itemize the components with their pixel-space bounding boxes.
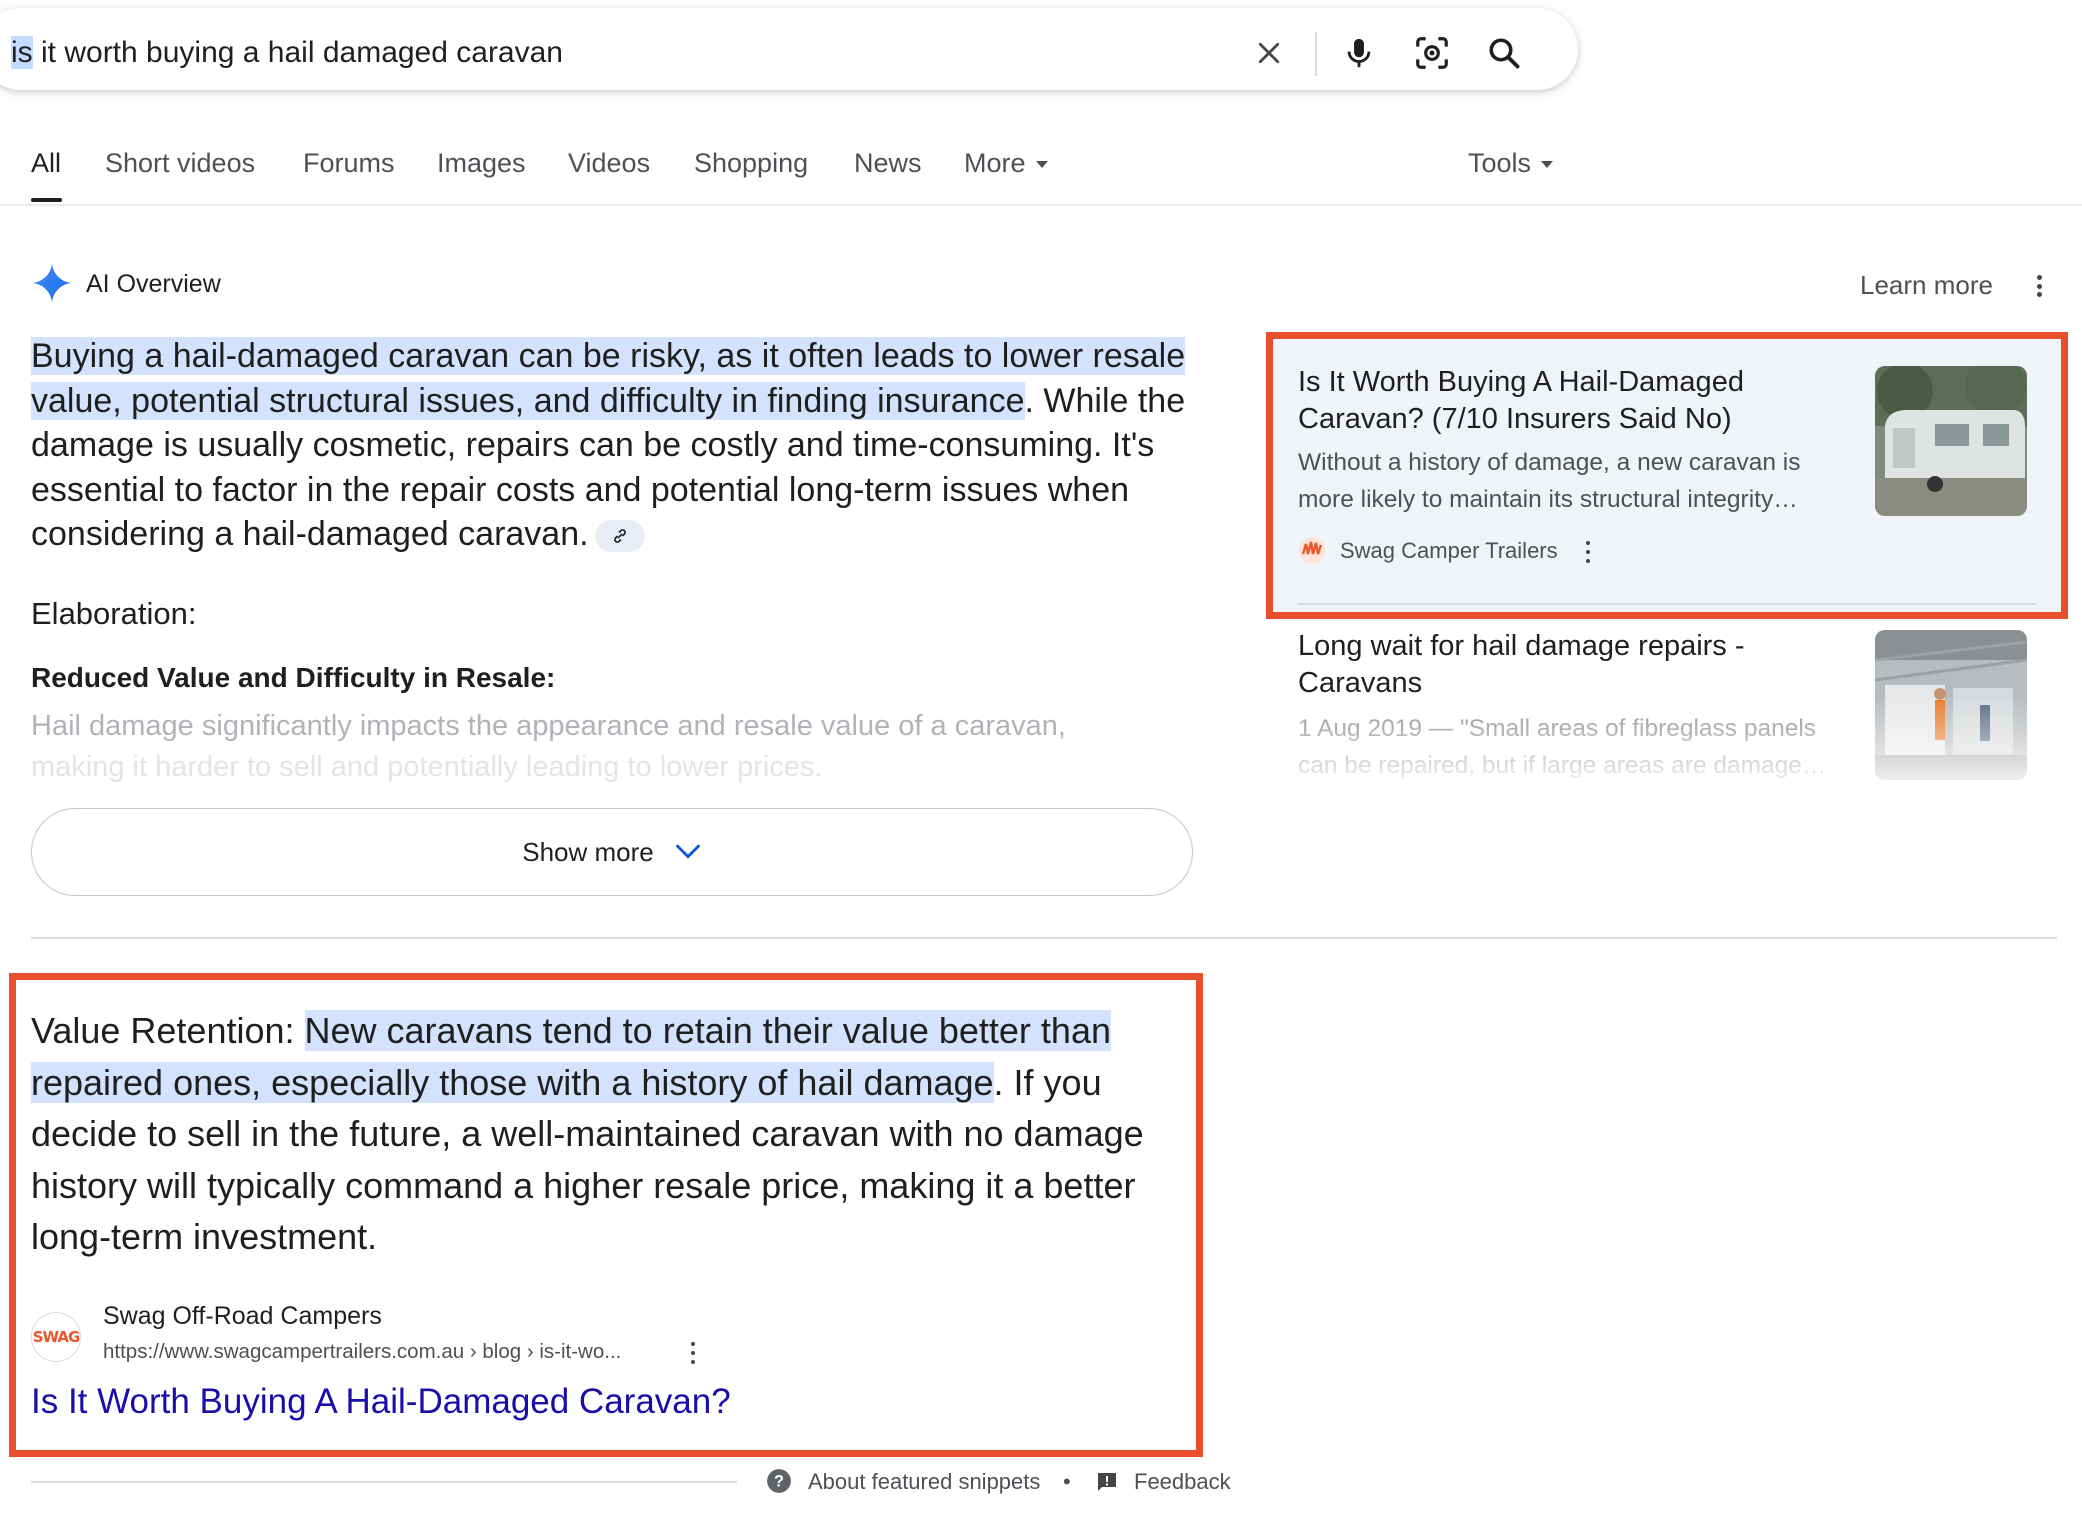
tab-videos[interactable]: Videos bbox=[568, 148, 650, 179]
favicon-text: SWAG bbox=[32, 1328, 80, 1346]
feedback-link[interactable]: Feedback bbox=[1134, 1469, 1231, 1495]
result-site-name[interactable]: Swag Off-Road Campers bbox=[103, 1302, 382, 1331]
search-bar[interactable]: is it worth buying a hail damaged carava… bbox=[0, 8, 1578, 90]
tab-short-videos[interactable]: Short videos bbox=[105, 148, 255, 179]
lens-camera-icon[interactable] bbox=[1412, 33, 1452, 73]
about-featured-snippets-link[interactable]: About featured snippets bbox=[808, 1469, 1040, 1495]
tab-more-label: More bbox=[964, 148, 1026, 178]
faded-line-1: Hail damage significantly impacts the ap… bbox=[31, 710, 1066, 742]
swag-favicon-icon bbox=[1298, 536, 1326, 564]
summary-highlight: Buying a hail-damaged caravan can be ris… bbox=[31, 337, 1186, 420]
elaboration-colon: : bbox=[187, 596, 197, 631]
source-card-title: Is It Worth Buying A Hail-Damaged Carava… bbox=[1298, 366, 1744, 435]
microphone-icon[interactable] bbox=[1339, 33, 1379, 73]
search-icon[interactable] bbox=[1484, 33, 1524, 73]
swag-site-favicon: SWAG bbox=[31, 1312, 81, 1362]
help-icon[interactable]: ? bbox=[766, 1468, 792, 1499]
result-url[interactable]: https://www.swagcampertrailers.com.au › … bbox=[103, 1340, 621, 1364]
faded-preview-text: Hail damage significantly impacts the ap… bbox=[31, 706, 1171, 788]
caret-down-icon bbox=[1035, 161, 1048, 169]
link-icon[interactable] bbox=[594, 520, 645, 553]
tab-active-indicator bbox=[31, 198, 62, 202]
show-more-button[interactable]: Show more bbox=[31, 808, 1193, 896]
elaboration-label: Elaboration bbox=[31, 596, 188, 631]
tab-more[interactable]: More bbox=[964, 148, 1048, 179]
tabs-divider bbox=[0, 204, 2082, 206]
source-card-thumbnail bbox=[1875, 366, 2027, 516]
source-card-1[interactable]: Is It Worth Buying A Hail-Damaged Carava… bbox=[1268, 333, 2066, 620]
ai-overview-summary: Buying a hail-damaged caravan can be ris… bbox=[31, 334, 1201, 557]
source-card-snippet: Without a history of damage, a new carav… bbox=[1298, 449, 1801, 513]
faded-line-2: making it harder to sell and potentially… bbox=[31, 751, 823, 783]
source-card-title: Long wait for hail damage repairs - Cara… bbox=[1298, 630, 1745, 699]
source-card-snippet: 1 Aug 2019 — "Small areas of fibreglass … bbox=[1298, 715, 1827, 779]
tab-news[interactable]: News bbox=[854, 148, 922, 179]
chevron-down-icon bbox=[675, 844, 700, 859]
learn-more-link[interactable]: Learn more bbox=[1860, 270, 1993, 301]
card-divider bbox=[1298, 603, 2036, 605]
footer-separator: • bbox=[1063, 1469, 1071, 1494]
source-card-thumbnail bbox=[1875, 630, 2027, 780]
more-options-icon[interactable] bbox=[2036, 275, 2042, 297]
feedback-icon[interactable] bbox=[1095, 1470, 1119, 1499]
source-card-site: Swag Camper Trailers bbox=[1340, 538, 1558, 563]
tab-all[interactable]: All bbox=[31, 148, 61, 179]
search-divider bbox=[1315, 32, 1317, 76]
ai-sparkle-icon bbox=[31, 262, 73, 309]
search-query-text: it worth buying a hail damaged caravan bbox=[32, 36, 563, 69]
svg-text:?: ? bbox=[774, 1472, 784, 1490]
ai-overview-title: AI Overview bbox=[86, 270, 221, 298]
caret-down-icon bbox=[1541, 161, 1554, 169]
result-more-icon[interactable] bbox=[690, 1342, 695, 1364]
tab-shopping[interactable]: Shopping bbox=[694, 148, 808, 179]
show-more-label: Show more bbox=[522, 836, 654, 867]
search-query-selected: is bbox=[11, 36, 33, 69]
clear-icon[interactable] bbox=[1249, 33, 1289, 73]
featured-snippet-text: Value Retention: New caravans tend to re… bbox=[31, 1005, 1201, 1263]
subheading-reduced-value: Reduced Value and Difficulty in Resale: bbox=[31, 662, 556, 693]
elaboration-heading: Elaboration: bbox=[31, 596, 196, 632]
result-title-link[interactable]: Is It Worth Buying A Hail-Damaged Carava… bbox=[31, 1382, 731, 1422]
tools-label: Tools bbox=[1468, 148, 1532, 178]
tools-button[interactable]: Tools bbox=[1468, 148, 1554, 179]
search-input[interactable]: is it worth buying a hail damaged carava… bbox=[11, 36, 563, 70]
tab-forums[interactable]: Forums bbox=[303, 148, 395, 179]
section-divider bbox=[31, 937, 2057, 939]
source-card-2[interactable]: Long wait for hail damage repairs - Cara… bbox=[1268, 628, 2068, 798]
source-more-icon[interactable] bbox=[1585, 541, 1590, 563]
footer-divider bbox=[31, 1481, 737, 1483]
tab-images[interactable]: Images bbox=[437, 148, 526, 179]
snippet-lead: Value Retention: bbox=[31, 1010, 305, 1051]
